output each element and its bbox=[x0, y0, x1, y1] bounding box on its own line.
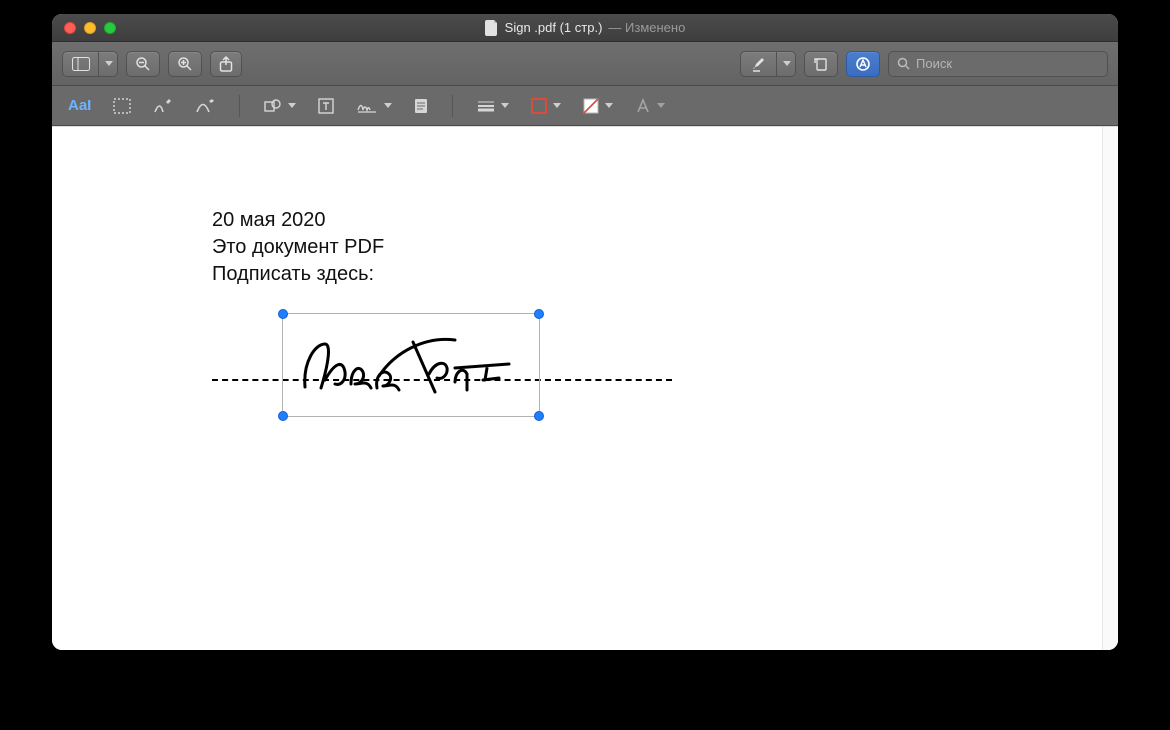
document-icon bbox=[485, 20, 499, 36]
signature-graphic[interactable] bbox=[295, 332, 529, 402]
chevron-down-icon bbox=[501, 103, 509, 108]
select-icon bbox=[113, 98, 131, 114]
border-color-icon bbox=[531, 98, 547, 114]
rect-select-tool[interactable] bbox=[111, 92, 133, 120]
textbox-icon bbox=[318, 98, 334, 114]
resize-handle-br[interactable] bbox=[534, 411, 544, 421]
sketch-icon bbox=[153, 98, 173, 114]
font-style-tool[interactable] bbox=[633, 92, 667, 120]
draw-icon bbox=[195, 98, 215, 114]
shapes-icon bbox=[264, 98, 282, 114]
text-line-1: 20 мая 2020 bbox=[212, 207, 384, 234]
border-style-tool[interactable] bbox=[475, 92, 511, 120]
document-modified-label: — Изменено bbox=[608, 20, 685, 35]
text-line-2: Это документ PDF bbox=[212, 234, 384, 261]
resize-handle-tl[interactable] bbox=[278, 309, 288, 319]
document-area[interactable]: 20 мая 2020 Это документ PDF Подписать з… bbox=[52, 126, 1118, 650]
shapes-tool[interactable] bbox=[262, 92, 298, 120]
search-field[interactable] bbox=[888, 51, 1108, 77]
maximize-button[interactable] bbox=[104, 22, 116, 34]
chevron-down-icon bbox=[657, 103, 665, 108]
markup-toolbar: AaI bbox=[52, 86, 1118, 126]
fill-color-icon bbox=[583, 98, 599, 114]
markup-toggle-button[interactable] bbox=[846, 51, 880, 77]
highlight-button[interactable] bbox=[740, 51, 796, 77]
text-style-tool[interactable]: AaI bbox=[66, 92, 93, 120]
font-icon bbox=[635, 98, 651, 114]
window-title: Sign .pdf (1 стр.) — Изменено bbox=[52, 20, 1118, 36]
sketch-tool[interactable] bbox=[151, 92, 175, 120]
chevron-down-icon bbox=[288, 103, 296, 108]
traffic-lights bbox=[64, 22, 116, 34]
chevron-down-icon bbox=[605, 103, 613, 108]
titlebar: Sign .pdf (1 стр.) — Изменено bbox=[52, 14, 1118, 42]
note-tool[interactable] bbox=[412, 92, 430, 120]
close-button[interactable] bbox=[64, 22, 76, 34]
zoom-out-button[interactable] bbox=[126, 51, 160, 77]
zoom-in-button[interactable] bbox=[168, 51, 202, 77]
lineweight-icon bbox=[477, 100, 495, 112]
fill-color-tool[interactable] bbox=[581, 92, 615, 120]
rotate-button[interactable] bbox=[804, 51, 838, 77]
share-button[interactable] bbox=[210, 51, 242, 77]
minimize-button[interactable] bbox=[84, 22, 96, 34]
border-color-tool[interactable] bbox=[529, 92, 563, 120]
resize-handle-bl[interactable] bbox=[278, 411, 288, 421]
note-icon bbox=[414, 98, 428, 114]
search-icon bbox=[897, 57, 910, 70]
sign-tool[interactable] bbox=[354, 92, 394, 120]
main-toolbar bbox=[52, 42, 1118, 86]
document-text: 20 мая 2020 Это документ PDF Подписать з… bbox=[212, 207, 384, 288]
chevron-down-icon bbox=[384, 103, 392, 108]
vertical-scrollbar[interactable] bbox=[1102, 127, 1118, 650]
draw-tool[interactable] bbox=[193, 92, 217, 120]
text-line-3: Подписать здесь: bbox=[212, 261, 384, 288]
sign-icon bbox=[356, 98, 378, 114]
textbox-tool[interactable] bbox=[316, 92, 336, 120]
signature-selection-box[interactable] bbox=[282, 313, 540, 417]
search-input[interactable] bbox=[916, 56, 1099, 71]
resize-handle-tr[interactable] bbox=[534, 309, 544, 319]
chevron-down-icon bbox=[553, 103, 561, 108]
divider bbox=[239, 95, 240, 117]
text-style-label: AaI bbox=[68, 97, 91, 114]
sidebar-view-button[interactable] bbox=[62, 51, 118, 77]
divider bbox=[452, 95, 453, 117]
document-title: Sign .pdf (1 стр.) bbox=[505, 20, 603, 35]
app-window: Sign .pdf (1 стр.) — Изменено bbox=[52, 14, 1118, 650]
